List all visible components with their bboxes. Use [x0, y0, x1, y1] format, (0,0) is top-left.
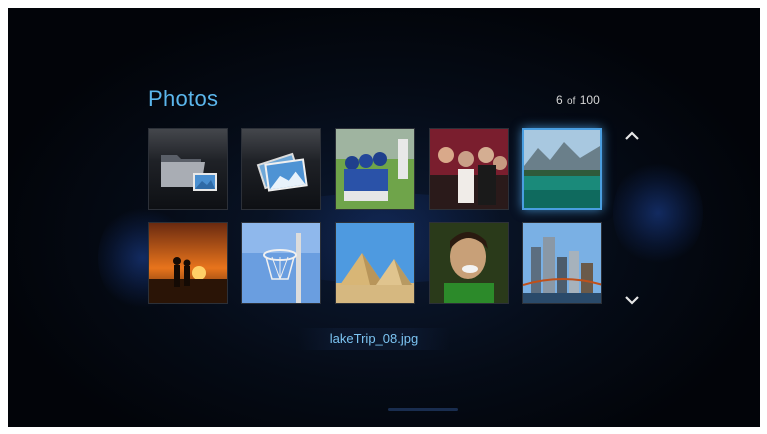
grid-item-photo-stack[interactable]: [241, 128, 321, 210]
grid-item-photo[interactable]: [335, 222, 415, 304]
grid-item-photo[interactable]: [429, 128, 509, 210]
smiling-person-photo: [430, 223, 508, 303]
grid-item-photo-selected[interactable]: [522, 128, 602, 210]
counter-total: 100: [579, 93, 600, 107]
grid-item-photo[interactable]: [522, 222, 602, 304]
counter-of: of: [567, 96, 576, 107]
city-skyline-photo: [523, 223, 601, 303]
photo-browser-screen: Photos 6 of 100 lakeTrip_08.jpg: [8, 8, 760, 427]
item-counter: 6 of 100: [556, 93, 600, 107]
pyramids-photo: [336, 223, 414, 303]
football-photo: [336, 129, 414, 209]
scroll-up-button[interactable]: [622, 128, 642, 144]
selected-filename: lakeTrip_08.jpg: [298, 328, 450, 350]
grid-item-folder[interactable]: [148, 128, 228, 210]
page-indicator: [388, 408, 458, 411]
page-title: Photos: [148, 86, 219, 111]
grid-item-photo[interactable]: [241, 222, 321, 304]
friends-photo: [430, 129, 508, 209]
scroll-down-button[interactable]: [622, 292, 642, 308]
basketball-hoop-photo: [242, 223, 320, 303]
chevron-down-icon: [625, 296, 639, 305]
photo-stack-icon: [256, 152, 308, 192]
grid-item-photo[interactable]: [429, 222, 509, 304]
grid-item-photo[interactable]: [148, 222, 228, 304]
grid-item-photo[interactable]: [335, 128, 415, 210]
sunset-photo: [149, 223, 227, 303]
background-glow: [613, 158, 703, 268]
mountain-lake-photo: [524, 130, 600, 208]
chevron-up-icon: [625, 131, 639, 140]
counter-current: 6: [556, 93, 563, 107]
folder-icon: [161, 155, 217, 191]
